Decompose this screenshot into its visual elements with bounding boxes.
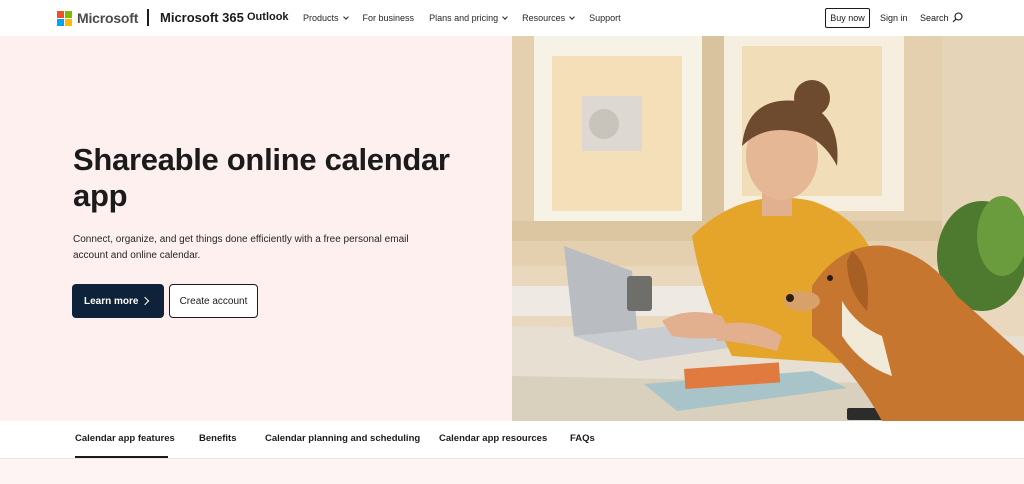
search-button[interactable]: Search bbox=[920, 12, 963, 23]
main-nav: Products For business Plans and pricing … bbox=[303, 0, 636, 36]
active-tab-indicator bbox=[75, 456, 168, 458]
photo-woman-laptop-dog-icon bbox=[512, 36, 1024, 421]
content-start bbox=[0, 459, 1024, 484]
nav-item-products[interactable]: Products bbox=[303, 13, 349, 23]
chevron-down-icon bbox=[569, 14, 575, 20]
learn-more-label: Learn more bbox=[84, 295, 139, 307]
nav-item-plans-and-pricing[interactable]: Plans and pricing bbox=[429, 13, 508, 23]
logo-text: Microsoft bbox=[77, 10, 139, 26]
hero-section: Shareable online calendar app Connect, o… bbox=[0, 36, 1024, 421]
chevron-down-icon bbox=[342, 14, 349, 20]
top-navigation: Microsoft Microsoft 365 Outlook Products… bbox=[0, 0, 1024, 36]
chevron-down-icon bbox=[502, 14, 508, 20]
microsoft-logo-icon bbox=[57, 10, 72, 26]
tab-faqs[interactable]: FAQs bbox=[570, 433, 595, 444]
nav-item-label: Plans and pricing bbox=[429, 13, 499, 23]
sign-in-link[interactable]: Sign in bbox=[880, 13, 908, 23]
search-label: Search bbox=[920, 12, 949, 23]
buy-now-button[interactable]: Buy now bbox=[825, 8, 870, 28]
microsoft-logo[interactable]: Microsoft bbox=[57, 10, 138, 26]
nav-item-for-business[interactable]: For business bbox=[363, 13, 415, 23]
nav-item-label: Support bbox=[589, 13, 621, 23]
nav-item-label: Products bbox=[303, 13, 339, 23]
hero-description: Connect, organize, and get things done e… bbox=[73, 234, 409, 261]
create-account-button[interactable]: Create account bbox=[169, 284, 258, 318]
nav-item-resources[interactable]: Resources bbox=[522, 13, 575, 23]
tab-calendar-planning-and-scheduling[interactable]: Calendar planning and scheduling bbox=[265, 433, 420, 444]
hero-image bbox=[512, 36, 1024, 421]
nav-item-support[interactable]: Support bbox=[589, 13, 621, 23]
chevron-right-icon bbox=[140, 296, 150, 306]
product-link[interactable]: Outlook bbox=[247, 11, 289, 23]
learn-more-button[interactable]: Learn more bbox=[72, 284, 164, 318]
section-tabs: Calendar app features Benefits Calendar … bbox=[0, 421, 1024, 459]
tab-calendar-app-resources[interactable]: Calendar app resources bbox=[439, 433, 547, 444]
nav-item-label: For business bbox=[362, 13, 415, 23]
hero-title: Shareable online calendar app bbox=[73, 142, 450, 213]
tab-calendar-app-features[interactable]: Calendar app features bbox=[75, 433, 175, 444]
brand-link[interactable]: Microsoft 365 bbox=[160, 10, 244, 25]
nav-item-label: Resources bbox=[522, 13, 566, 23]
hero-text-block: Shareable online calendar app Connect, o… bbox=[73, 142, 453, 264]
search-icon bbox=[952, 12, 963, 23]
header-divider bbox=[147, 9, 149, 26]
tab-benefits[interactable]: Benefits bbox=[199, 433, 236, 444]
